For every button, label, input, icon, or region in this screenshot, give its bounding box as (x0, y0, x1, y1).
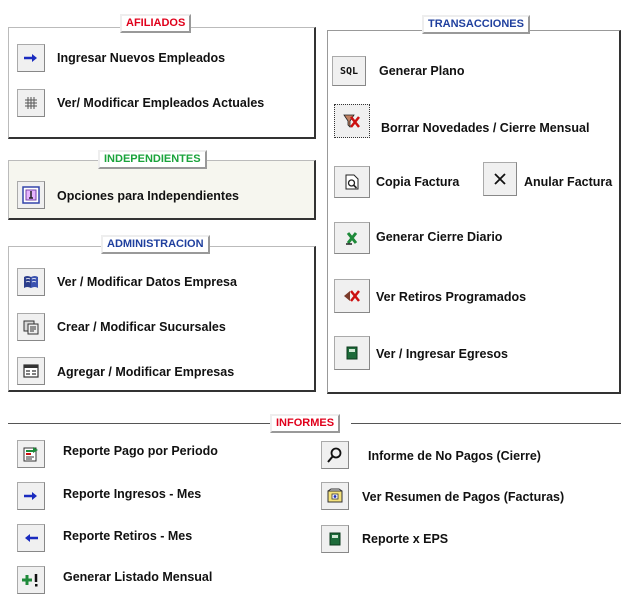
anular-factura-button[interactable] (483, 162, 517, 196)
retiros-programados-button[interactable] (334, 279, 370, 313)
branch-icon (23, 319, 39, 335)
reporte-eps-label[interactable]: Reporte x EPS (362, 532, 448, 546)
form-icon (23, 364, 39, 378)
arrow-right-icon (23, 490, 39, 502)
independientes-title: INDEPENDIENTES (98, 150, 207, 169)
print-preview-icon (345, 174, 359, 190)
generar-plano-label[interactable]: Generar Plano (379, 64, 464, 78)
reporte-pago-periodo-label[interactable]: Reporte Pago por Periodo (63, 444, 218, 458)
cierre-diario-button[interactable] (334, 222, 370, 254)
modificar-empleados-button[interactable] (17, 89, 45, 117)
resumen-pagos-label[interactable]: Ver Resumen de Pagos (Facturas) (362, 490, 564, 504)
arrow-right-icon (23, 52, 39, 64)
delete-filter-icon (343, 113, 361, 129)
informes-divider-left (8, 423, 274, 424)
green-book-icon (346, 346, 358, 360)
reporte-eps-button[interactable] (321, 525, 349, 553)
reporte-retiros-label[interactable]: Reporte Retiros - Mes (63, 529, 192, 543)
copia-factura-button[interactable] (334, 166, 370, 198)
transacciones-title: TRANSACCIONES (422, 15, 530, 34)
magnifier-icon (327, 447, 343, 463)
reporte-ingresos-button[interactable] (17, 482, 45, 510)
reporte-pago-periodo-button[interactable] (17, 440, 45, 468)
afiliados-title: AFILIADOS (120, 14, 192, 33)
grid-icon (24, 96, 38, 110)
informe-no-pagos-button[interactable] (321, 441, 349, 469)
datos-empresa-button[interactable] (17, 268, 45, 296)
generar-plano-button[interactable]: SQL (332, 56, 366, 86)
ingresar-empleados-button[interactable] (17, 44, 45, 72)
administracion-title: ADMINISTRACION (101, 235, 210, 254)
cancel-x-icon (493, 172, 507, 186)
empresas-button[interactable] (17, 357, 45, 385)
informe-no-pagos-label[interactable]: Informe de No Pagos (Cierre) (368, 449, 541, 463)
reporte-ingresos-label[interactable]: Reporte Ingresos - Mes (63, 487, 201, 501)
datos-empresa-label[interactable]: Ver / Modificar Datos Empresa (57, 275, 237, 289)
transacciones-panel (327, 30, 621, 394)
retiros-programados-label[interactable]: Ver Retiros Programados (376, 290, 526, 304)
egresos-label[interactable]: Ver / Ingresar Egresos (376, 347, 508, 361)
listado-mensual-label[interactable]: Generar Listado Mensual (63, 570, 212, 584)
cierre-diario-label[interactable]: Generar Cierre Diario (376, 230, 502, 244)
report-icon (23, 446, 39, 462)
summary-icon (327, 488, 343, 504)
green-book-icon (329, 532, 341, 546)
borrar-novedades-button[interactable] (334, 104, 370, 138)
retiros-icon (343, 289, 361, 303)
excel-icon (344, 230, 360, 246)
listado-mensual-button[interactable] (17, 566, 45, 594)
ingresar-empleados-label[interactable]: Ingresar Nuevos Empleados (57, 51, 225, 65)
resumen-pagos-button[interactable] (321, 482, 349, 510)
independent-icon (22, 186, 40, 204)
copia-factura-label[interactable]: Copia Factura (376, 175, 459, 189)
opciones-independientes-button[interactable] (17, 181, 45, 209)
sql-icon: SQL (339, 65, 359, 77)
informes-title: INFORMES (270, 414, 341, 433)
reporte-retiros-button[interactable] (17, 524, 45, 552)
afiliados-panel (8, 27, 316, 139)
egresos-button[interactable] (334, 336, 370, 370)
sucursales-label[interactable]: Crear / Modificar Sucursales (57, 320, 226, 334)
empresas-label[interactable]: Agregar / Modificar Empresas (57, 365, 234, 379)
arrow-left-icon (23, 532, 39, 544)
modificar-empleados-label[interactable]: Ver/ Modificar Empleados Actuales (57, 96, 264, 110)
anular-factura-label[interactable]: Anular Factura (524, 175, 612, 189)
informes-divider-right (351, 423, 621, 424)
opciones-independientes-label[interactable]: Opciones para Independientes (57, 189, 239, 203)
borrar-novedades-label[interactable]: Borrar Novedades / Cierre Mensual (381, 121, 589, 135)
plus-alert-icon (22, 573, 40, 587)
book-icon (23, 275, 39, 289)
sucursales-button[interactable] (17, 313, 45, 341)
